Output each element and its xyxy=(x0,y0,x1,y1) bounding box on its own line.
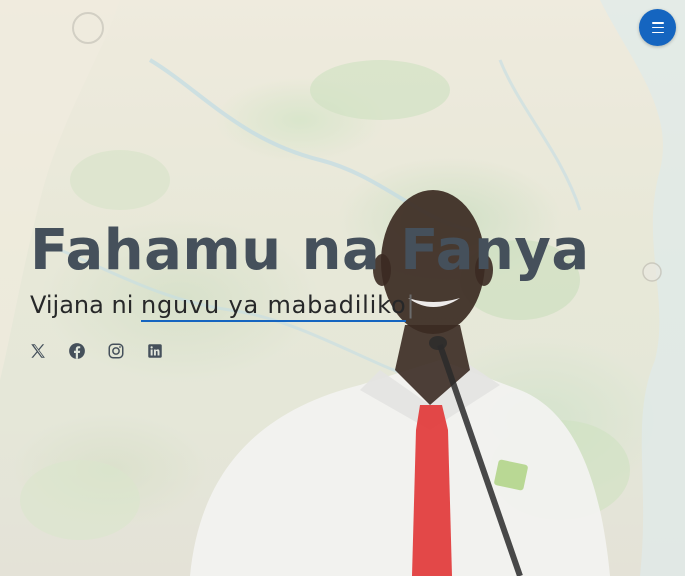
hero-section: Fahamu na Fanya Vijana ni nguvu ya mabad… xyxy=(0,0,685,576)
instagram-icon xyxy=(108,343,124,359)
x-icon xyxy=(31,344,45,358)
typing-cursor: | xyxy=(406,291,415,319)
mobile-menu-toggle-button[interactable] xyxy=(639,9,676,46)
social-links xyxy=(29,342,590,360)
facebook-icon xyxy=(69,343,85,359)
hero-title: Fahamu na Fanya xyxy=(30,218,590,283)
hamburger-menu-icon xyxy=(651,22,664,33)
linkedin-icon xyxy=(148,344,162,358)
x-twitter-link[interactable] xyxy=(29,342,47,360)
subtitle-prefix: Vijana ni xyxy=(30,291,141,319)
linkedin-link[interactable] xyxy=(146,342,164,360)
facebook-link[interactable] xyxy=(68,342,86,360)
hero-subtitle: Vijana ni nguvu ya mabadiliko| xyxy=(30,290,590,322)
hero-content: Fahamu na Fanya Vijana ni nguvu ya mabad… xyxy=(30,218,590,360)
instagram-link[interactable] xyxy=(107,342,125,360)
typed-text: nguvu ya mabadiliko xyxy=(141,291,407,322)
